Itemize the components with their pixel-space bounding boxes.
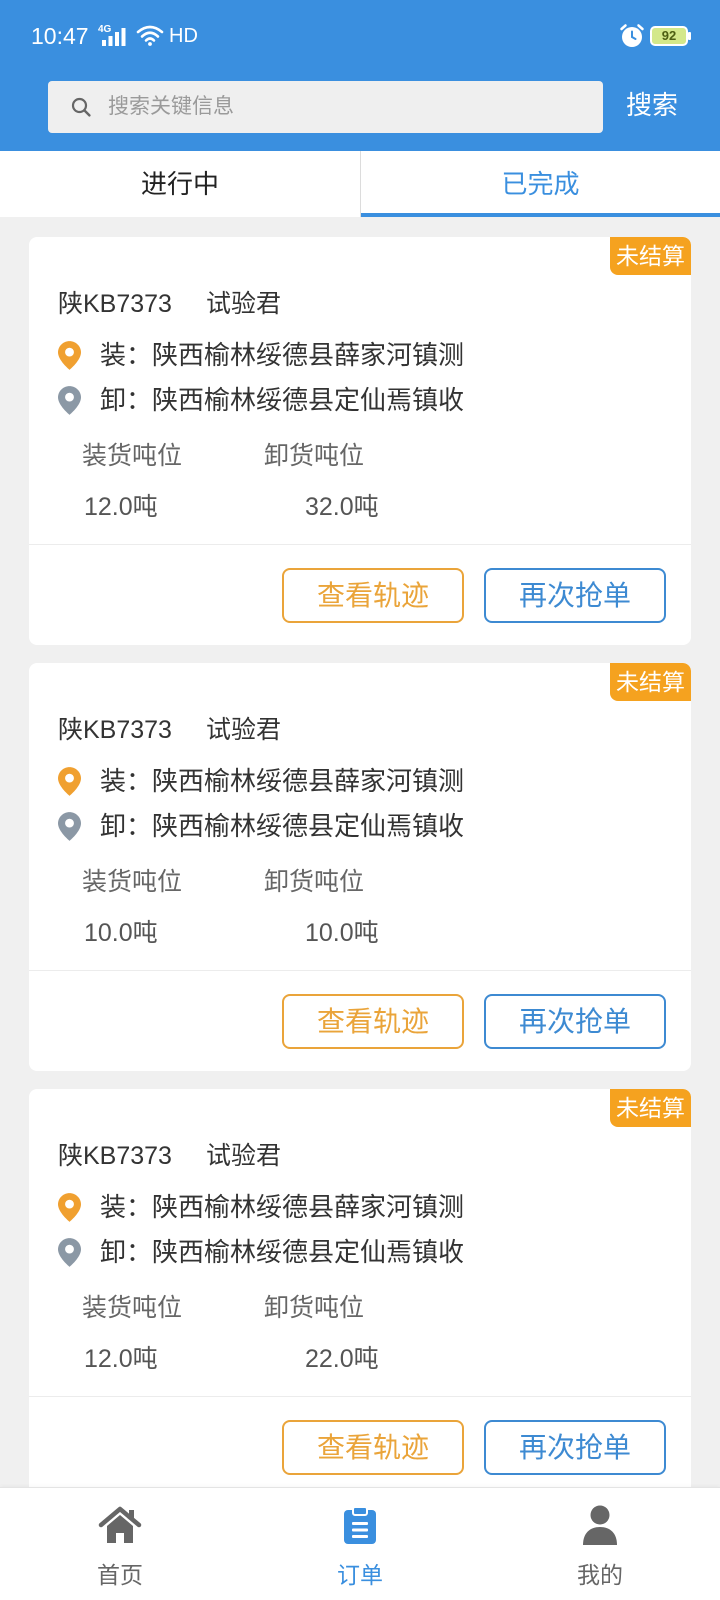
driver-name: 试验君	[206, 290, 282, 318]
nav-label: 我的	[577, 1562, 623, 1588]
address-text: 装：陕西榆林绥德县薛家河镇测	[100, 1190, 464, 1224]
view-track-button[interactable]: 查看轨迹	[282, 994, 464, 1049]
load-weight-label: 装货吨位	[82, 868, 183, 896]
status-time: 10:47	[31, 23, 89, 49]
loading-label: 装：	[100, 1192, 153, 1222]
load-weight-label: 装货吨位	[82, 1294, 183, 1322]
loading-location-pin-icon	[58, 1193, 81, 1222]
battery-icon: 92	[650, 26, 692, 46]
grab-again-button[interactable]: 再次抢单	[484, 1420, 666, 1475]
grab-again-button[interactable]: 再次抢单	[484, 568, 666, 623]
order-card[interactable]: 未结算 陕KB7373 试验君 装：陕西榆林绥德县薛家河镇测 卸：陕西榆林绥德县…	[29, 237, 691, 645]
driver-name: 试验君	[206, 1142, 282, 1170]
wifi-icon	[136, 24, 164, 46]
load-weight-value: 10.0吨	[84, 919, 158, 947]
order-card[interactable]: 未结算 陕KB7373 试验君 装：陕西榆林绥德县薛家河镇测 卸：陕西榆林绥德县…	[29, 663, 691, 1071]
search-icon	[71, 97, 91, 117]
card-divider	[29, 544, 691, 545]
loading-address: 陕西榆林绥德县薛家河镇测	[152, 1192, 465, 1222]
bottom-nav: 首页 订单 我的	[0, 1487, 720, 1600]
loading-address-row: 装：陕西榆林绥德县薛家河镇测	[58, 1190, 658, 1224]
loading-label: 装：	[100, 340, 153, 370]
order-status-tabs: 进行中 已完成	[0, 151, 720, 217]
unloading-location-pin-icon	[58, 1238, 81, 1267]
nav-item-profile[interactable]: 我的	[480, 1488, 720, 1600]
grab-again-button[interactable]: 再次抢单	[484, 994, 666, 1049]
loading-location-pin-icon	[58, 341, 81, 370]
load-weight-label: 装货吨位	[82, 442, 183, 470]
tab-label: 进行中	[140, 169, 219, 199]
loading-label: 装：	[100, 766, 153, 796]
unload-weight-label: 卸货吨位	[264, 1294, 365, 1322]
battery-level: 92	[661, 28, 677, 43]
settlement-status-badge: 未结算	[610, 237, 691, 275]
license-plate: 陕KB7373	[58, 1142, 172, 1170]
unload-weight-label: 卸货吨位	[264, 868, 365, 896]
unload-weight-value: 22.0吨	[305, 1345, 379, 1373]
address-text: 卸：陕西榆林绥德县定仙焉镇收	[100, 809, 464, 843]
load-weight-value: 12.0吨	[84, 1345, 158, 1373]
loading-address-row: 装：陕西榆林绥德县薛家河镇测	[58, 338, 658, 372]
card-divider	[29, 1396, 691, 1397]
clipboard-icon	[240, 1505, 480, 1545]
home-icon	[0, 1505, 240, 1545]
unload-weight-label: 卸货吨位	[264, 442, 365, 470]
tab-completed[interactable]: 已完成	[361, 151, 720, 217]
loading-address: 陕西榆林绥德县薛家河镇测	[152, 340, 465, 370]
license-plate: 陕KB7373	[58, 290, 172, 318]
card-divider	[29, 970, 691, 971]
person-icon	[480, 1505, 720, 1545]
tab-label: 已完成	[501, 169, 580, 199]
unloading-address: 陕西榆林绥德县定仙焉镇收	[152, 385, 465, 415]
app-screen: 10:47 4G HD 92 搜索关键信息 搜索 进行中 已完成 未结算 陕KB…	[0, 0, 720, 1600]
load-weight-value: 12.0吨	[84, 493, 158, 521]
unloading-label: 卸：	[100, 811, 153, 841]
address-text: 卸：陕西榆林绥德县定仙焉镇收	[100, 1235, 464, 1269]
view-track-button[interactable]: 查看轨迹	[282, 1420, 464, 1475]
unloading-address-row: 卸：陕西榆林绥德县定仙焉镇收	[58, 809, 658, 843]
unloading-label: 卸：	[100, 385, 153, 415]
order-list: 未结算 陕KB7373 试验君 装：陕西榆林绥德县薛家河镇测 卸：陕西榆林绥德县…	[0, 217, 720, 1487]
address-text: 卸：陕西榆林绥德县定仙焉镇收	[100, 383, 464, 417]
search-input[interactable]	[108, 81, 588, 133]
license-plate: 陕KB7373	[58, 716, 172, 744]
unload-weight-value: 32.0吨	[305, 493, 379, 521]
cellular-signal-icon: 4G	[98, 24, 128, 48]
tab-in-progress[interactable]: 进行中	[0, 151, 360, 217]
order-card[interactable]: 未结算 陕KB7373 试验君 装：陕西榆林绥德县薛家河镇测 卸：陕西榆林绥德县…	[29, 1089, 691, 1487]
search-box[interactable]	[48, 81, 603, 133]
unloading-address: 陕西榆林绥德县定仙焉镇收	[152, 1237, 465, 1267]
header: 10:47 4G HD 92 搜索关键信息 搜索	[0, 0, 720, 151]
unloading-location-pin-icon	[58, 386, 81, 415]
loading-address: 陕西榆林绥德县薛家河镇测	[152, 766, 465, 796]
unloading-address-row: 卸：陕西榆林绥德县定仙焉镇收	[58, 383, 658, 417]
search-button[interactable]: 搜索	[620, 85, 684, 125]
settlement-status-badge: 未结算	[610, 663, 691, 701]
settlement-status-badge: 未结算	[610, 1089, 691, 1127]
loading-location-pin-icon	[58, 767, 81, 796]
nav-item-orders[interactable]: 订单	[240, 1488, 480, 1600]
loading-address-row: 装：陕西榆林绥德县薛家河镇测	[58, 764, 658, 798]
address-text: 装：陕西榆林绥德县薛家河镇测	[100, 764, 464, 798]
nav-label: 订单	[337, 1562, 383, 1588]
unload-weight-value: 10.0吨	[305, 919, 379, 947]
status-bar: 10:47 4G HD 92	[0, 0, 720, 72]
unloading-location-pin-icon	[58, 812, 81, 841]
unloading-address-row: 卸：陕西榆林绥德县定仙焉镇收	[58, 1235, 658, 1269]
address-text: 装：陕西榆林绥德县薛家河镇测	[100, 338, 464, 372]
nav-label: 首页	[97, 1562, 143, 1588]
unloading-label: 卸：	[100, 1237, 153, 1267]
alarm-icon	[619, 23, 645, 49]
hd-indicator: HD	[169, 25, 198, 47]
nav-item-home[interactable]: 首页	[0, 1488, 240, 1600]
driver-name: 试验君	[206, 716, 282, 744]
unloading-address: 陕西榆林绥德县定仙焉镇收	[152, 811, 465, 841]
view-track-button[interactable]: 查看轨迹	[282, 568, 464, 623]
